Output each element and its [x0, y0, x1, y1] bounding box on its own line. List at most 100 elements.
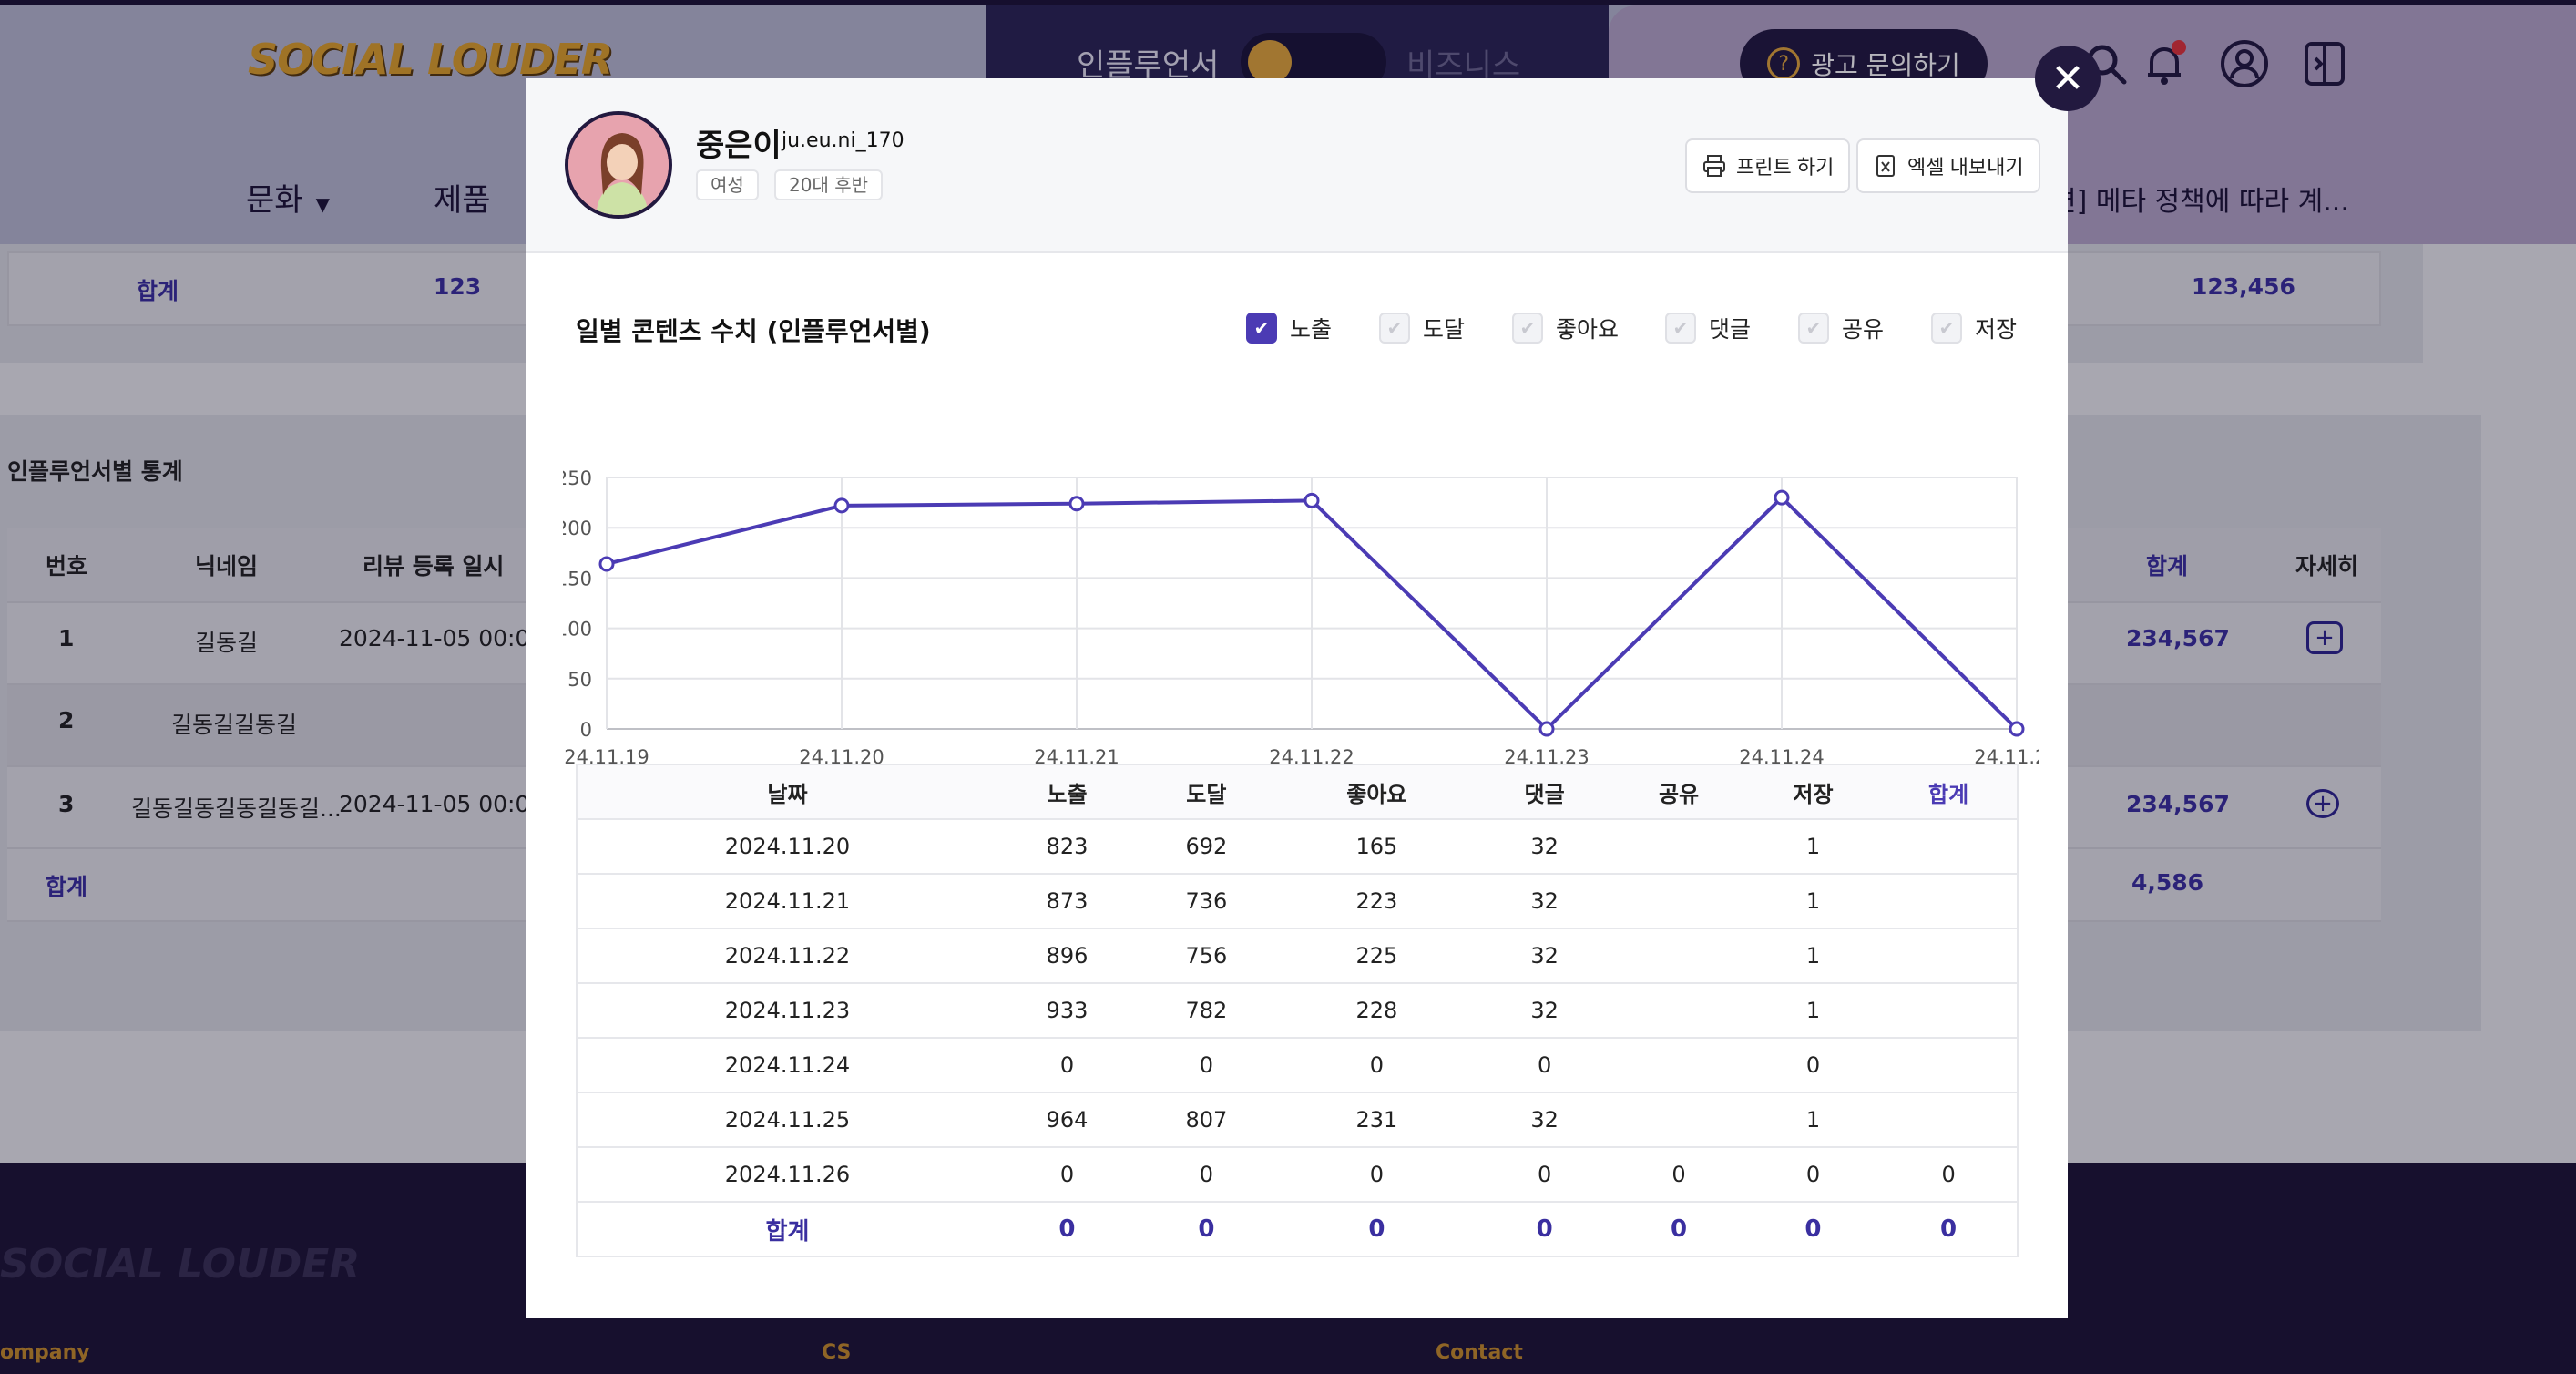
influencer-name: 중은이	[696, 128, 782, 164]
cell-saves: 0	[1745, 1038, 1881, 1093]
modal-header: 중은이 ju.eu.ni_170 여성 20대 후반 프린트 하기 엑셀 내보내…	[526, 78, 2068, 253]
cell-comments: 32	[1477, 983, 1612, 1039]
th-shares: 공유	[1611, 764, 1746, 820]
checkbox-icon: ✔	[1931, 313, 1962, 344]
y-tick-label: 150	[563, 568, 592, 590]
th-likes: 좋아요	[1275, 764, 1477, 820]
legend-label: 공유	[1842, 316, 1885, 343]
cell-likes: 225	[1275, 928, 1477, 984]
daily-stats-table: 날짜 노출 도달 좋아요 댓글 공유 저장 합계 2024.11.20 823 69…	[576, 764, 2019, 1257]
cell-reach: 0	[1136, 1038, 1276, 1093]
cell-comments: 32	[1477, 1092, 1612, 1148]
cell-date: 2024.11.24	[577, 1038, 997, 1093]
cell-shares	[1611, 819, 1746, 875]
checkbox-checked-icon: ✔	[1246, 313, 1277, 344]
table-sum-row: 합계 0 0 0 0 0 0 0	[577, 1202, 2018, 1257]
cell-reach: 0	[1136, 1147, 1276, 1203]
cell-exposure: 0	[997, 1147, 1137, 1203]
close-icon[interactable]: ✕	[2035, 46, 2101, 111]
cell-likes: 165	[1275, 819, 1477, 875]
table-header-row: 날짜 노출 도달 좋아요 댓글 공유 저장 합계	[577, 764, 2018, 820]
checkbox-icon: ✔	[1665, 313, 1696, 344]
cell-date: 2024.11.23	[577, 983, 997, 1039]
cell-likes: 0	[1275, 1147, 1477, 1203]
y-tick-label: 0	[580, 719, 592, 741]
y-tick-label: 250	[563, 467, 592, 489]
cell-likes: 228	[1275, 983, 1477, 1039]
th-date: 날짜	[577, 764, 997, 820]
data-point	[1774, 489, 1790, 506]
avatar	[565, 111, 672, 219]
cell-saves: 1	[1745, 928, 1881, 984]
legend-likes[interactable]: ✔ 좋아요	[1512, 312, 1619, 344]
line-chart: 05010015020025024.11.1924.11.2024.11.212…	[563, 467, 2039, 768]
cell-total	[1880, 928, 2018, 984]
data-point	[598, 556, 615, 572]
table-row: 2024.11.23 933 782 228 32 1	[577, 983, 2018, 1039]
y-tick-label: 100	[563, 619, 592, 641]
y-tick-label: 200	[563, 518, 592, 539]
table-row: 2024.11.25 964 807 231 32 1	[577, 1092, 2018, 1148]
sum-date: 합계	[577, 1202, 997, 1257]
legend-label: 도달	[1423, 316, 1466, 343]
cell-date: 2024.11.20	[577, 819, 997, 875]
legend-shares[interactable]: ✔ 공유	[1798, 312, 1884, 344]
th-exposure: 노출	[997, 764, 1137, 820]
cell-date: 2024.11.26	[577, 1147, 997, 1203]
cell-shares	[1611, 928, 1746, 984]
cell-exposure: 873	[997, 874, 1137, 929]
excel-export-button[interactable]: 엑셀 내보내기	[1856, 138, 2040, 193]
th-total: 합계	[1880, 764, 2018, 820]
cell-reach: 736	[1136, 874, 1276, 929]
table-row: 2024.11.21 873 736 223 32 1	[577, 874, 2018, 929]
cell-shares	[1611, 1038, 1746, 1093]
table-row: 2024.11.22 896 756 225 32 1	[577, 928, 2018, 984]
legend-reach[interactable]: ✔ 도달	[1379, 312, 1465, 344]
sum-saves: 0	[1745, 1202, 1881, 1257]
cell-date: 2024.11.22	[577, 928, 997, 984]
cell-total	[1880, 819, 2018, 875]
legend-exposure[interactable]: ✔ 노출	[1246, 312, 1332, 344]
cell-saves: 1	[1745, 874, 1881, 929]
influencer-handle: ju.eu.ni_170	[782, 129, 905, 152]
cell-exposure: 964	[997, 1092, 1137, 1148]
sum-total: 0	[1880, 1202, 2018, 1257]
cell-likes: 223	[1275, 874, 1477, 929]
cell-likes: 231	[1275, 1092, 1477, 1148]
influencer-detail-modal: 중은이 ju.eu.ni_170 여성 20대 후반 프린트 하기 엑셀 내보내…	[526, 78, 2068, 1318]
legend-comments[interactable]: ✔ 댓글	[1665, 312, 1751, 344]
table-row: 2024.11.24 0 0 0 0 0	[577, 1038, 2018, 1093]
data-point	[833, 497, 850, 514]
excel-icon	[1876, 155, 1895, 177]
cell-total	[1880, 1038, 2018, 1093]
cell-date: 2024.11.21	[577, 874, 997, 929]
cell-likes: 0	[1275, 1038, 1477, 1093]
excel-label: 엑셀 내보내기	[1907, 156, 2024, 179]
checkbox-icon: ✔	[1512, 313, 1543, 344]
table-row: 2024.11.26 0 0 0 0 0 0 0	[577, 1147, 2018, 1203]
cell-total: 0	[1880, 1147, 2018, 1203]
cell-shares: 0	[1611, 1147, 1746, 1203]
cell-comments: 0	[1477, 1038, 1612, 1093]
cell-comments: 32	[1477, 874, 1612, 929]
th-reach: 도달	[1136, 764, 1276, 820]
legend-label: 노출	[1290, 316, 1333, 343]
cell-saves: 1	[1745, 1092, 1881, 1148]
printer-icon	[1703, 155, 1725, 177]
checkbox-icon: ✔	[1798, 313, 1829, 344]
th-saves: 저장	[1745, 764, 1881, 820]
cell-total	[1880, 1092, 2018, 1148]
legend-label: 좋아요	[1556, 316, 1620, 343]
chart-title: 일별 콘텐츠 수치 (인플루언서별)	[576, 316, 931, 346]
data-point	[2009, 721, 2025, 737]
cell-reach: 692	[1136, 819, 1276, 875]
cell-shares	[1611, 983, 1746, 1039]
cell-reach: 756	[1136, 928, 1276, 984]
sum-shares: 0	[1611, 1202, 1746, 1257]
print-button[interactable]: 프린트 하기	[1685, 138, 1851, 193]
legend-saves[interactable]: ✔ 저장	[1931, 312, 2017, 344]
print-label: 프린트 하기	[1736, 156, 1835, 179]
cell-comments: 32	[1477, 928, 1612, 984]
tag-gender: 여성	[696, 169, 759, 200]
checkbox-icon: ✔	[1379, 313, 1410, 344]
